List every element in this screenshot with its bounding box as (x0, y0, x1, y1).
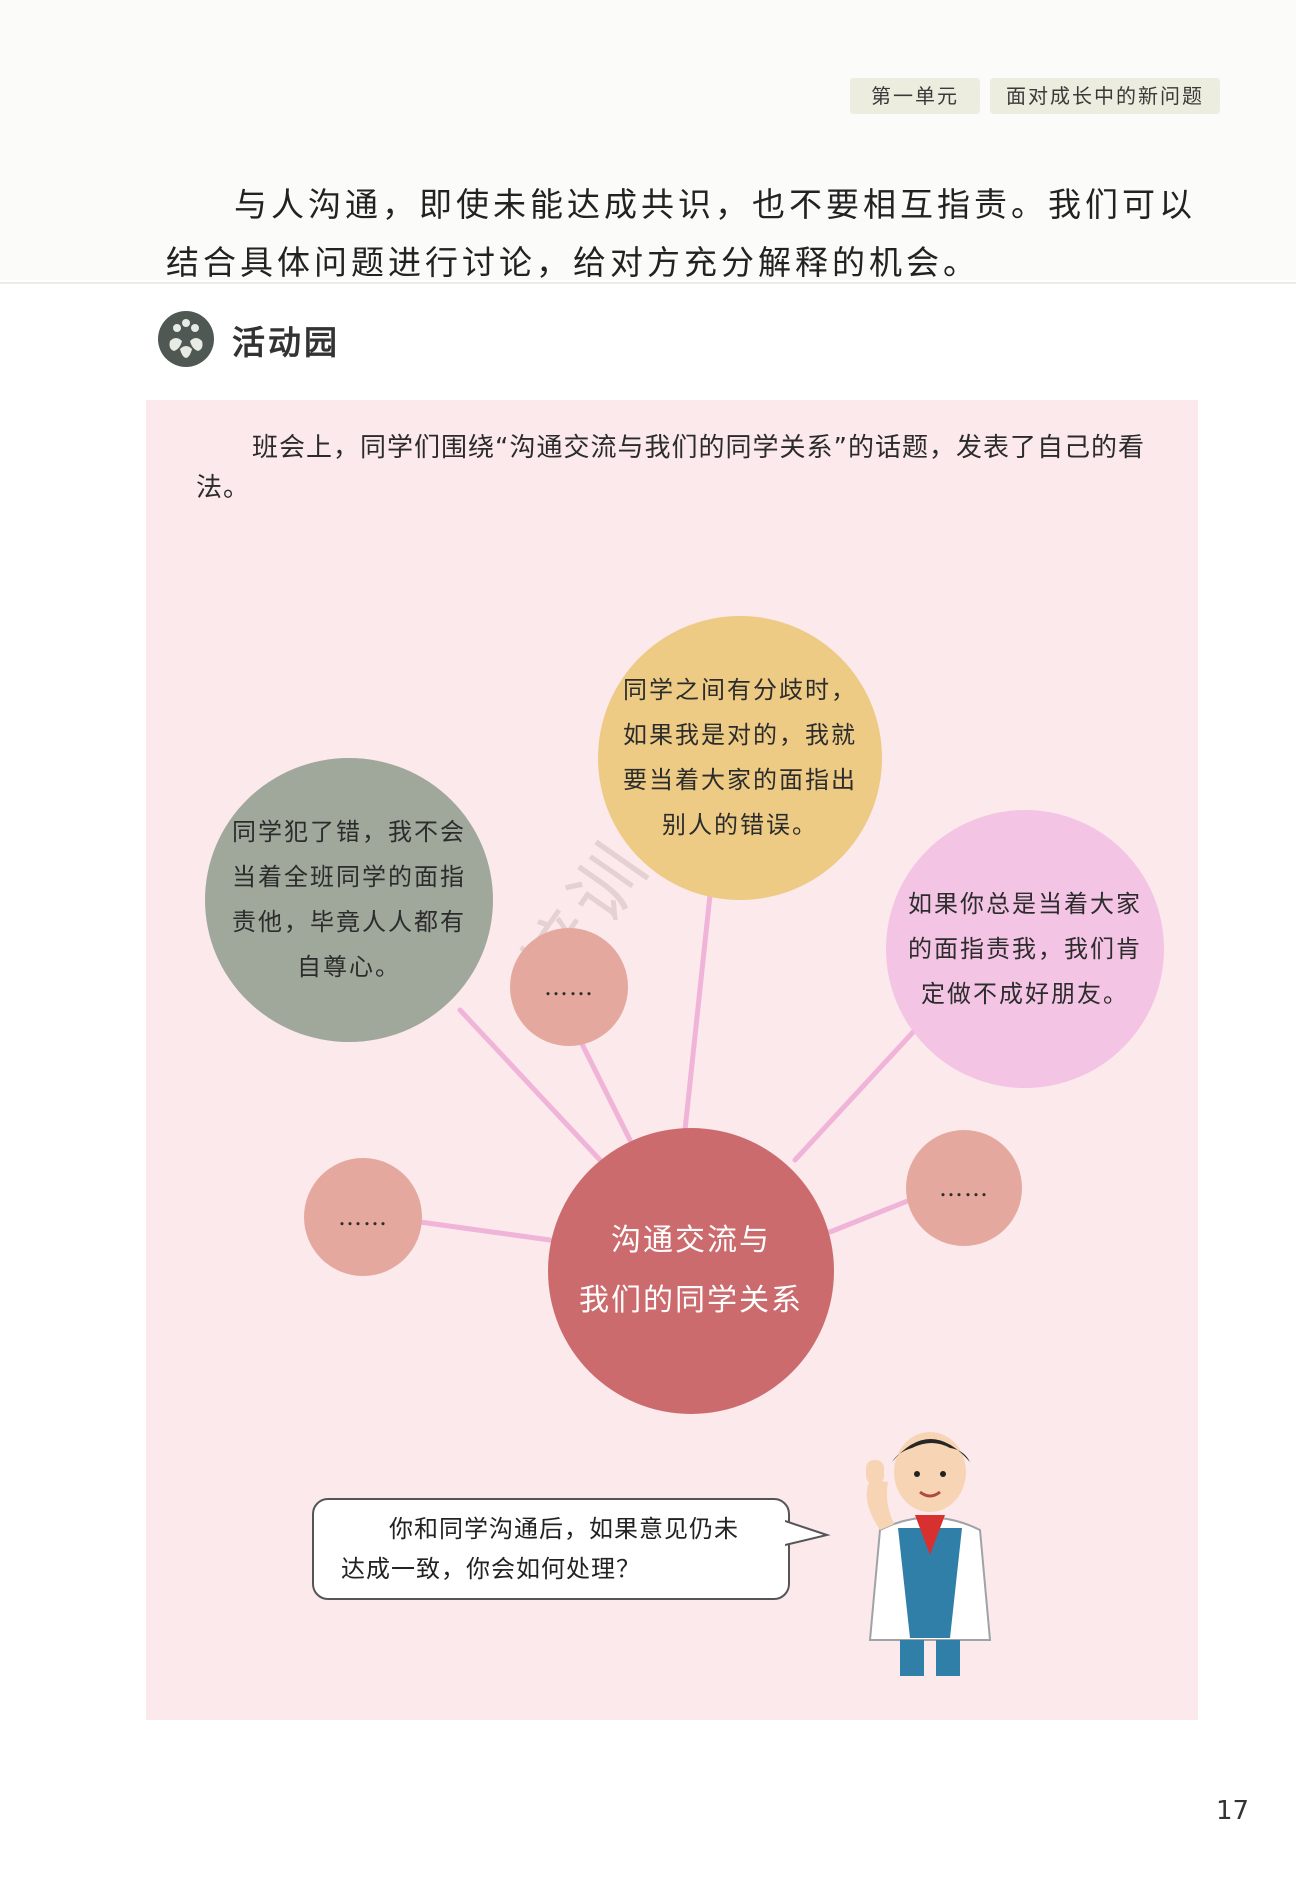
speech-tail-icon (785, 1520, 831, 1546)
opinion-text: 同学之间有分歧时，如果我是对的，我就要当着大家的面指出别人的错误。 (623, 676, 857, 839)
center-topic-line1: 沟通交流与 (611, 1223, 771, 1258)
ellipsis-text: …… (939, 1173, 989, 1202)
ellipsis-bubble-left: …… (304, 1158, 422, 1276)
opinion-bubble-yellow: 同学之间有分歧时，如果我是对的，我就要当着大家的面指出别人的错误。 (598, 616, 882, 900)
opinion-text: 如果你总是当着大家的面指责我，我们肯定做不成好朋友。 (908, 889, 1142, 1008)
ellipsis-text: …… (338, 1202, 388, 1231)
ellipsis-bubble-right: …… (906, 1130, 1022, 1246)
question-text: 你和同学沟通后，如果意见仍未达成一致，你会如何处理？ (341, 1515, 739, 1583)
center-topic-line2: 我们的同学关系 (579, 1283, 803, 1318)
student-illustration (866, 1432, 992, 1676)
page-number: 17 (1216, 1796, 1250, 1826)
center-topic-text: 沟通交流与 我们的同学关系 (561, 1211, 821, 1331)
ellipsis-bubble-top: …… (510, 928, 628, 1046)
question-speech-bubble: 你和同学沟通后，如果意见仍未达成一致，你会如何处理？ (312, 1498, 790, 1600)
center-topic-bubble: 沟通交流与 我们的同学关系 (548, 1128, 834, 1414)
ellipsis-text: …… (544, 972, 594, 1001)
opinion-bubble-green: 同学犯了错，我不会当着全班同学的面指责他，毕竟人人都有自尊心。 (205, 758, 493, 1042)
opinion-text: 同学犯了错，我不会当着全班同学的面指责他，毕竟人人都有自尊心。 (232, 818, 466, 981)
opinion-bubble-pink: 如果你总是当着大家的面指责我，我们肯定做不成好朋友。 (886, 810, 1164, 1088)
